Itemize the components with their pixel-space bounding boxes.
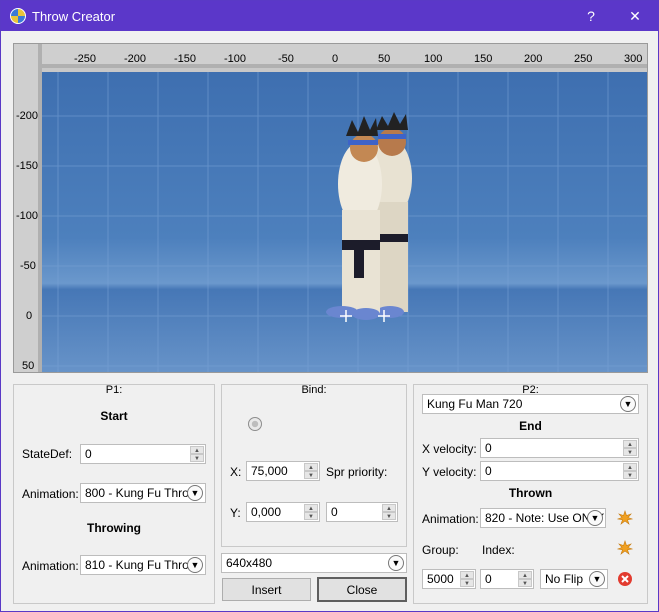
chevron-down-icon[interactable]: ▼	[187, 557, 203, 573]
bind-panel-title: Bind:	[301, 384, 327, 396]
p1-throwing-animation-value: 810 - Kung Fu Throw	[85, 558, 198, 572]
statedef-stepper[interactable]: ▲ ▼	[190, 446, 204, 462]
thrown-heading: Thrown	[508, 486, 553, 500]
bind-panel: Bind: X: 75,000 ▲ ▼ Spr priority: Y: 0,00…	[221, 384, 407, 547]
bind-x-stepper[interactable]: ▲ ▼	[304, 463, 318, 479]
x-tick-label: 0	[332, 53, 339, 65]
x-velocity-stepper[interactable]: ▲ ▼	[623, 440, 637, 456]
p1-throwing-animation-label: Animation:	[22, 559, 79, 573]
y-tick-label: -150	[16, 160, 39, 172]
x-tick-label: -50	[278, 53, 294, 65]
spr-priority-spinbox[interactable]: 0 ▲ ▼	[326, 502, 398, 522]
group-label: Group:	[422, 543, 459, 557]
index-stepper[interactable]: ▲ ▼	[518, 571, 532, 587]
p1-panel: P1: Start StateDef: 0 ▲ ▼ Animation: 800 …	[13, 384, 215, 604]
chevron-down-icon[interactable]: ▼	[589, 571, 605, 587]
bind-radio[interactable]	[248, 417, 262, 431]
x-tick-label: -150	[174, 53, 197, 65]
stage-grid	[42, 72, 647, 372]
y-velocity-spinbox[interactable]: 0 ▲ ▼	[480, 461, 639, 481]
p2-animation-select[interactable]: 820 - Note: Use ONLY ▼	[480, 508, 606, 528]
p2-character-value: Kung Fu Man 720	[427, 397, 523, 411]
bind-y-value: 0,000	[251, 505, 282, 519]
y-tick-label: 50	[22, 360, 35, 372]
close-window-button[interactable]: ✕	[613, 1, 657, 31]
x-tick-label: 200	[524, 53, 543, 65]
x-velocity-label: X velocity:	[422, 442, 477, 456]
horizontal-ruler: -250 -200 -150 -100 -50 0 50 100 150 200…	[14, 44, 647, 68]
bind-x-spinbox[interactable]: 75,000 ▲ ▼	[246, 461, 320, 481]
x-tick-label: -250	[74, 53, 97, 65]
bind-x-label: X:	[230, 465, 242, 479]
end-heading: End	[519, 419, 542, 433]
x-tick-label: 50	[378, 53, 391, 65]
x-velocity-value: 0	[485, 441, 492, 455]
title-bar: Throw Creator ? ✕	[1, 1, 658, 31]
vertical-ruler: -200 -150 -100 -50 0 50	[14, 44, 42, 372]
chevron-down-icon[interactable]: ▼	[587, 510, 603, 526]
close-button[interactable]: Close	[317, 577, 407, 602]
start-heading: Start	[100, 409, 128, 423]
p1-start-animation-label: Animation:	[22, 487, 79, 501]
y-tick-label: -100	[16, 210, 39, 222]
p2-panel: P2: Kung Fu Man 720 ▼ End X velocity: 0 …	[413, 384, 648, 604]
p1-start-animation-select[interactable]: 800 - Kung Fu Throw ▼	[80, 483, 206, 503]
bind-y-stepper[interactable]: ▲ ▼	[304, 504, 318, 520]
x-tick-label: 300	[624, 53, 643, 65]
p1-start-animation-value: 800 - Kung Fu Throw	[85, 486, 198, 500]
chevron-down-icon[interactable]: ▼	[187, 485, 203, 501]
x-tick-label: -200	[124, 53, 147, 65]
x-tick-label: 100	[424, 53, 443, 65]
spr-priority-value: 0	[331, 505, 338, 519]
bind-y-label: Y:	[230, 506, 241, 520]
p1-fighter-sprite	[326, 116, 382, 320]
spr-priority-label: Spr priority:	[326, 465, 388, 479]
group-value: 5000	[427, 572, 454, 586]
insert-button[interactable]: Insert	[222, 578, 311, 601]
y-velocity-stepper[interactable]: ▲ ▼	[623, 463, 637, 479]
y-tick-label: 0	[26, 310, 33, 322]
x-tick-label: 150	[474, 53, 493, 65]
index-label: Index:	[482, 543, 515, 557]
window-title: Throw Creator	[32, 8, 116, 24]
throw-creator-window: Throw Creator ? ✕ -250 -200 -150 -100 -5…	[0, 0, 659, 612]
throwing-heading: Throwing	[87, 521, 141, 535]
y-tick-label: -200	[16, 110, 39, 122]
p1-panel-title: P1:	[105, 384, 123, 396]
y-velocity-label: Y velocity:	[422, 465, 477, 479]
index-spinbox[interactable]: 0 ▲ ▼	[480, 569, 534, 589]
statedef-spinbox[interactable]: 0 ▲ ▼	[80, 444, 206, 464]
bind-x-value: 75,000	[251, 464, 288, 478]
help-button[interactable]: ?	[569, 1, 613, 31]
p2-animation-label: Animation:	[422, 512, 479, 526]
stage-background	[42, 72, 647, 372]
p2-character-select[interactable]: Kung Fu Man 720 ▼	[422, 394, 639, 414]
chevron-down-icon[interactable]: ▼	[388, 555, 404, 571]
x-tick-label: -100	[224, 53, 247, 65]
spr-priority-stepper[interactable]: ▲ ▼	[382, 504, 396, 520]
group-stepper[interactable]: ▲ ▼	[460, 571, 474, 587]
index-value: 0	[485, 572, 492, 586]
delete-icon[interactable]	[617, 571, 633, 587]
resolution-select[interactable]: 640x480 ▼	[221, 553, 407, 573]
chevron-down-icon[interactable]: ▼	[620, 396, 636, 412]
app-icon	[10, 8, 26, 24]
statedef-label: StateDef:	[22, 447, 73, 461]
y-tick-label: -50	[20, 260, 36, 272]
sparkle-icon[interactable]	[617, 510, 633, 526]
group-spinbox[interactable]: 5000 ▲ ▼	[422, 569, 476, 589]
x-velocity-spinbox[interactable]: 0 ▲ ▼	[480, 438, 639, 458]
statedef-value: 0	[85, 447, 92, 461]
x-tick-label: 250	[574, 53, 593, 65]
flip-select[interactable]: No Flip ▼	[540, 569, 608, 589]
sprite-viewport[interactable]: -250 -200 -150 -100 -50 0 50 100 150 200…	[13, 43, 648, 373]
sparkle-icon[interactable]	[617, 540, 633, 556]
resolution-value: 640x480	[226, 556, 273, 570]
bind-y-spinbox[interactable]: 0,000 ▲ ▼	[246, 502, 320, 522]
y-velocity-value: 0	[485, 464, 492, 478]
flip-value: No Flip	[545, 572, 584, 586]
p1-throwing-animation-select[interactable]: 810 - Kung Fu Throw ▼	[80, 555, 206, 575]
